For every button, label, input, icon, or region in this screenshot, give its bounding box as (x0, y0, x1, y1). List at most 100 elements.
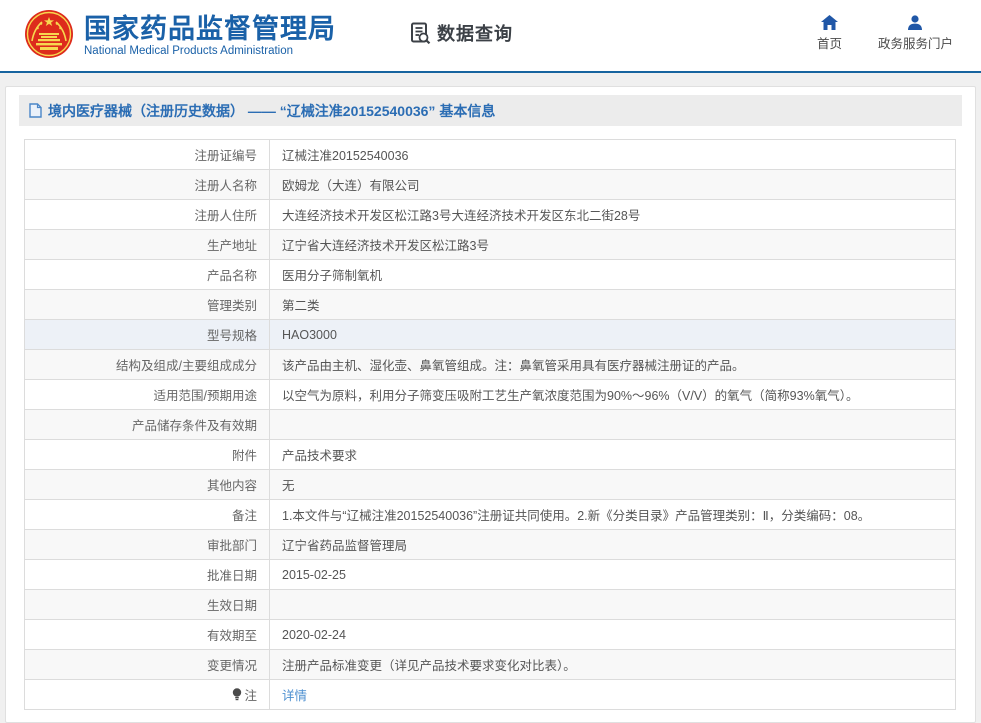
row-value: 辽宁省大连经济技术开发区松江路3号 (270, 230, 956, 260)
row-value: 医用分子筛制氧机 (270, 260, 956, 290)
row-label-text: 型号规格 (207, 325, 257, 344)
header-divider (0, 71, 981, 73)
breadcrumb: 境内医疗器械（注册历史数据） —— “辽械注准20152540036” 基本信息 (19, 95, 962, 126)
row-label-text: 产品储存条件及有效期 (132, 415, 257, 434)
row-value-text: 2020-02-24 (282, 628, 346, 642)
row-label: 注册证编号 (25, 140, 270, 170)
table-row: 注册人住所 大连经济技术开发区松江路3号大连经济技术开发区东北二街28号 (25, 200, 956, 230)
row-label-text: 生产地址 (207, 235, 257, 254)
row-label: 其他内容 (25, 470, 270, 500)
row-label-text: 管理类别 (207, 295, 257, 314)
row-value-text: 以空气为原料，利用分子筛变压吸附工艺生产氧浓度范围为90%～96%（V/V）的氧… (282, 389, 858, 403)
row-value: 2015-02-25 (270, 560, 956, 590)
row-label-text: 注册人住所 (194, 205, 257, 224)
row-label: 生效日期 (25, 590, 270, 620)
row-label-text: 注册证编号 (194, 145, 257, 164)
table-row: 产品储存条件及有效期 (25, 410, 956, 440)
row-value-text: 辽宁省大连经济技术开发区松江路3号 (282, 239, 489, 253)
table-row: 审批部门 辽宁省药品监督管理局 (25, 530, 956, 560)
row-value: 注册产品标准变更（详见产品技术要求变化对比表）。 (270, 650, 956, 680)
row-value-text: 1.本文件与“辽械注准20152540036”注册证共同使用。2.新《分类目录》… (282, 509, 870, 523)
table-row: 注册证编号 辽械注准20152540036 (25, 140, 956, 170)
row-label-text: 有效期至 (207, 625, 257, 644)
nav-home-label: 首页 (817, 33, 842, 52)
table-row: 变更情况注册产品标准变更（详见产品技术要求变化对比表）。 (25, 650, 956, 680)
row-label-text: 审批部门 (207, 535, 257, 554)
row-label: 管理类别 (25, 290, 270, 320)
row-label-text: 结构及组成/主要组成成分 (116, 355, 257, 374)
bulb-icon (232, 688, 242, 701)
row-value: HAO3000 (270, 320, 956, 350)
row-value-text: 辽宁省药品监督管理局 (282, 539, 407, 553)
info-table-body: 注册证编号辽械注准20152540036注册人名称欧姆龙（大连）有限公司注册人住… (25, 140, 956, 710)
row-value: 产品技术要求 (270, 440, 956, 470)
row-value-text: 无 (282, 479, 295, 493)
row-value: 1.本文件与“辽械注准20152540036”注册证共同使用。2.新《分类目录》… (270, 500, 956, 530)
table-row: 生效日期 (25, 590, 956, 620)
table-row: 管理类别 第二类 (25, 290, 956, 320)
row-label: 产品储存条件及有效期 (25, 410, 270, 440)
row-value-text: 产品技术要求 (282, 449, 357, 463)
row-value-text: 大连经济技术开发区松江路3号大连经济技术开发区东北二街28号 (282, 209, 640, 223)
row-label: 结构及组成/主要组成成分 (25, 350, 270, 380)
nav-service-portal[interactable]: 政务服务门户 (878, 15, 953, 52)
section-title-label: 数据查询 (437, 20, 513, 46)
table-row: 注册人名称欧姆龙（大连）有限公司 (25, 170, 956, 200)
nav-portal-label: 政务服务门户 (878, 33, 953, 52)
table-row: 其他内容 无 (25, 470, 956, 500)
row-value-text: 该产品由主机、湿化壶、鼻氧管组成。注：鼻氧管采用具有医疗器械注册证的产品。 (282, 359, 745, 373)
row-label: 变更情况 (25, 650, 270, 680)
row-value: 详情 (270, 680, 956, 710)
table-row: 适用范围/预期用途以空气为原料，利用分子筛变压吸附工艺生产氧浓度范围为90%～9… (25, 380, 956, 410)
table-row: 备注 1.本文件与“辽械注准20152540036”注册证共同使用。2.新《分类目… (25, 500, 956, 530)
row-label: 适用范围/预期用途 (25, 380, 270, 410)
row-label: 注 (25, 680, 270, 710)
table-row: 生产地址 辽宁省大连经济技术开发区松江路3号 (25, 230, 956, 260)
row-value: 以空气为原料，利用分子筛变压吸附工艺生产氧浓度范围为90%～96%（V/V）的氧… (270, 380, 956, 410)
data-query-section: 数据查询 (408, 20, 513, 46)
row-value-text: HAO3000 (282, 328, 337, 342)
row-value (270, 410, 956, 440)
row-value: 无 (270, 470, 956, 500)
row-label: 有效期至 (25, 620, 270, 650)
document-icon (29, 103, 42, 118)
row-value: 辽械注准20152540036 (270, 140, 956, 170)
row-label-text: 批准日期 (207, 565, 257, 584)
row-label: 审批部门 (25, 530, 270, 560)
row-value-text: 辽械注准20152540036 (282, 149, 408, 163)
table-row: 批准日期 2015-02-25 (25, 560, 956, 590)
national-emblem-logo (24, 9, 74, 63)
row-label: 附件 (25, 440, 270, 470)
row-label-text: 注册人名称 (194, 175, 257, 194)
row-value: 2020-02-24 (270, 620, 956, 650)
nav-home[interactable]: 首页 (817, 15, 842, 52)
row-value: 辽宁省药品监督管理局 (270, 530, 956, 560)
logo-area: 国家药品监督管理局 National Medical Products Admi… (24, 9, 336, 63)
row-label: 注册人名称 (25, 170, 270, 200)
page-title: 境内医疗器械（注册历史数据） —— “辽械注准20152540036” 基本信息 (48, 101, 495, 121)
row-label-text: 生效日期 (207, 595, 257, 614)
data-query-icon (408, 21, 432, 45)
row-value-text: 2015-02-25 (282, 568, 346, 582)
row-label: 产品名称 (25, 260, 270, 290)
org-name-en: National Medical Products Administration (84, 45, 336, 57)
row-value (270, 590, 956, 620)
row-label-text: 其他内容 (207, 475, 257, 494)
user-icon (907, 15, 923, 30)
row-label: 型号规格 (25, 320, 270, 350)
org-names: 国家药品监督管理局 National Medical Products Admi… (84, 14, 336, 57)
content-card: 境内医疗器械（注册历史数据） —— “辽械注准20152540036” 基本信息… (5, 86, 976, 723)
row-value: 该产品由主机、湿化壶、鼻氧管组成。注：鼻氧管采用具有医疗器械注册证的产品。 (270, 350, 956, 380)
row-value: 大连经济技术开发区松江路3号大连经济技术开发区东北二街28号 (270, 200, 956, 230)
row-label-text: 产品名称 (207, 265, 257, 284)
registration-info-table: 注册证编号辽械注准20152540036注册人名称欧姆龙（大连）有限公司注册人住… (24, 139, 956, 710)
table-row: 结构及组成/主要组成成分 该产品由主机、湿化壶、鼻氧管组成。注：鼻氧管采用具有医疗… (25, 350, 956, 380)
header-nav: 首页 政务服务门户 (817, 15, 953, 52)
table-row: 有效期至 2020-02-24 (25, 620, 956, 650)
row-label-text: 备注 (232, 505, 257, 524)
row-label: 批准日期 (25, 560, 270, 590)
table-row: 产品名称医用分子筛制氧机 (25, 260, 956, 290)
detail-link[interactable]: 详情 (282, 689, 307, 703)
row-value: 第二类 (270, 290, 956, 320)
row-value-text: 第二类 (282, 299, 320, 313)
